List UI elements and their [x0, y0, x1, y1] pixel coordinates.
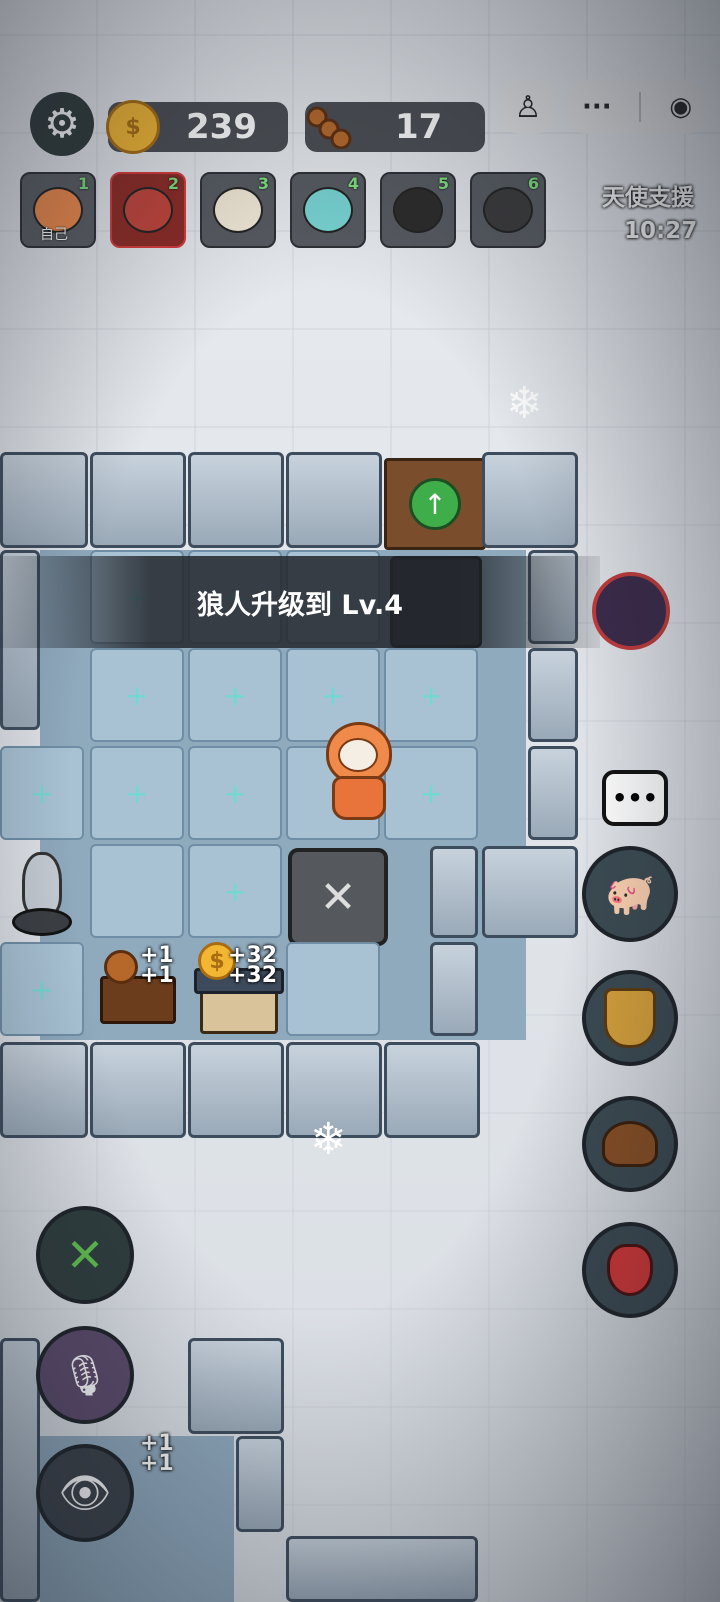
- player-sheep-character[interactable]: [318, 722, 394, 820]
- miniprogram-capsule: ··· ◉: [568, 80, 706, 134]
- wall-block: [482, 846, 578, 938]
- voice-button[interactable]: 🎙: [36, 1326, 134, 1424]
- player-avatar-4[interactable]: 4: [290, 172, 366, 248]
- player-face: [303, 187, 353, 233]
- wall-block: [482, 452, 578, 548]
- werewolf-indicator-icon[interactable]: [592, 572, 670, 650]
- floor-tile[interactable]: +: [188, 648, 282, 742]
- poop-icon: [602, 1121, 658, 1167]
- microphone-icon: 🎙: [59, 1352, 111, 1399]
- player-face: [123, 187, 173, 233]
- upgrade-arrow-icon[interactable]: ↑: [409, 478, 461, 530]
- event-title: 天使支援: [602, 185, 694, 211]
- wall-block: [430, 942, 478, 1036]
- player-avatar-5[interactable]: 5: [380, 172, 456, 248]
- wall-block: [188, 452, 284, 548]
- player-list: 1 自己 2 3 4 5 6: [20, 172, 546, 248]
- player-avatar-2[interactable]: 2: [110, 172, 186, 248]
- wall-block: [90, 452, 186, 548]
- player-number: 5: [437, 174, 449, 193]
- capsule-divider: [639, 92, 642, 122]
- floor-tile[interactable]: +: [188, 746, 282, 840]
- wall-block: [528, 746, 578, 840]
- hammer-wrench-icon: ✕: [65, 1228, 105, 1282]
- chat-bubble-icon[interactable]: •••: [602, 770, 668, 826]
- settings-gear-icon[interactable]: ⚙: [30, 92, 94, 156]
- player-avatar-1[interactable]: 1 自己: [20, 172, 96, 248]
- player-avatar-3[interactable]: 3: [200, 172, 276, 248]
- shield-icon: [604, 988, 656, 1048]
- profile-button[interactable]: ♙: [500, 80, 556, 134]
- snowflake-icon: ❄: [506, 378, 543, 429]
- floor-tile[interactable]: +: [188, 844, 282, 938]
- close-target-icon[interactable]: ◉: [669, 92, 692, 122]
- potion-button[interactable]: [582, 1222, 678, 1318]
- user-icon: ♙: [514, 89, 542, 125]
- wall-block: [0, 1338, 40, 1602]
- gold-counter: $ 239: [106, 100, 288, 154]
- floor-tile[interactable]: +: [0, 746, 84, 840]
- floor-tile[interactable]: +: [384, 746, 478, 840]
- poop-button[interactable]: [582, 1096, 678, 1192]
- piggy-bank-button[interactable]: 🐖: [582, 846, 678, 942]
- wood-gain-label: +1: [140, 963, 174, 988]
- floor-tile[interactable]: +: [0, 942, 84, 1036]
- player-face: [213, 187, 263, 233]
- floor-tile[interactable]: +: [90, 746, 184, 840]
- player-self-tag: 自己: [40, 227, 68, 243]
- event-timer: 10:27: [624, 218, 698, 244]
- potion-icon: [607, 1244, 653, 1296]
- wall-block: [286, 452, 382, 548]
- player-number: 1: [77, 174, 89, 193]
- wall-block: [236, 1436, 284, 1532]
- player-number: 3: [257, 174, 269, 193]
- wall-block: [430, 846, 478, 938]
- gold-gain-label: +32: [228, 963, 278, 988]
- player-number: 2: [167, 174, 179, 193]
- wooden-gate[interactable]: ↑: [384, 458, 486, 550]
- eye-icon: 👁: [58, 1468, 112, 1517]
- player-face: [393, 187, 443, 233]
- build-tools-button[interactable]: ✕: [36, 1206, 134, 1304]
- player-avatar-6[interactable]: 6: [470, 172, 546, 248]
- wall-block: [528, 648, 578, 742]
- wood-counter: 17: [305, 102, 485, 152]
- wall-block: [188, 1042, 284, 1138]
- wall-block: [0, 1042, 88, 1138]
- wood-logs-icon: [306, 106, 352, 149]
- wood-gain-label: +1: [140, 1451, 174, 1476]
- view-button[interactable]: 👁: [36, 1444, 134, 1542]
- wall-block: [0, 452, 88, 548]
- wall-block: [90, 1042, 186, 1138]
- wall-block: [384, 1042, 480, 1138]
- wall-block: [188, 1338, 284, 1434]
- wall-block: [286, 1536, 478, 1602]
- wrench-tools-block[interactable]: ✕: [288, 848, 388, 946]
- player-number: 4: [347, 174, 359, 193]
- floor-tile[interactable]: +: [90, 648, 184, 742]
- eagle-statue[interactable]: [10, 848, 72, 936]
- player-face: [483, 187, 533, 233]
- floor-tile[interactable]: [90, 844, 184, 938]
- shield-button[interactable]: [582, 970, 678, 1066]
- more-menu-icon[interactable]: ···: [582, 92, 612, 122]
- floor-tile[interactable]: +: [384, 648, 478, 742]
- wood-amount: 17: [395, 107, 443, 147]
- upgrade-notification-banner: 狼人升级到 Lv.4: [0, 556, 600, 648]
- gold-amount: 239: [186, 107, 257, 147]
- player-number: 6: [527, 174, 539, 193]
- snowflake-icon: ❄: [310, 1114, 347, 1165]
- floor-tile[interactable]: [286, 942, 380, 1036]
- piggy-bank-icon: 🐖: [605, 871, 655, 918]
- gold-coin-icon: $: [106, 100, 160, 154]
